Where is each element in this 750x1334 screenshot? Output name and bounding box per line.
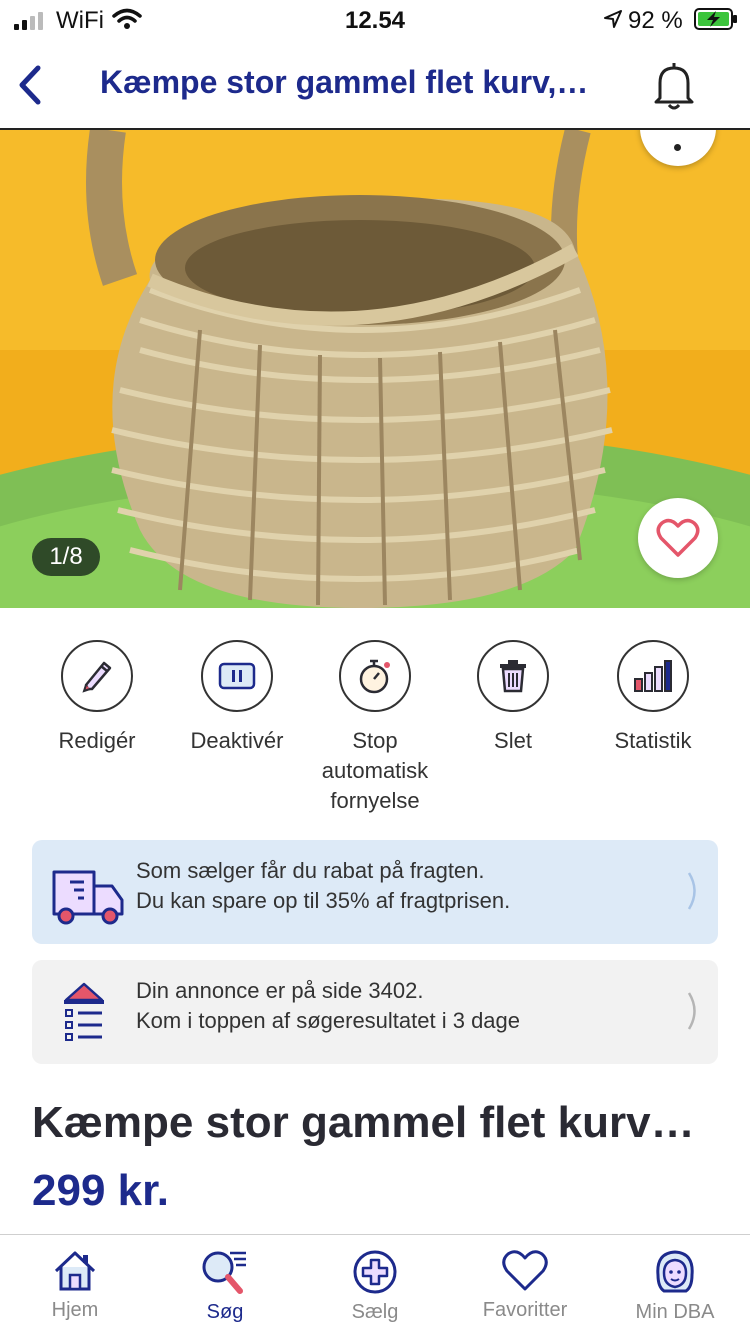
search-icon xyxy=(202,1251,246,1294)
ranked-list-icon xyxy=(64,982,104,1041)
battery-charging-icon xyxy=(694,8,737,30)
tab-sell-label: Sælg xyxy=(351,1301,399,1323)
tab-search-label: Søg xyxy=(206,1301,244,1323)
delete-button[interactable] xyxy=(477,640,549,712)
pause-icon xyxy=(218,662,256,690)
trash-icon xyxy=(500,660,526,693)
tab-profile-label: Min DBA xyxy=(635,1301,715,1323)
stop-renewal-label: Stop automatisk fornyelse xyxy=(321,728,429,813)
shipping-text-line1: Som sælger får du rabat på fragten. xyxy=(136,858,485,883)
statistics-button[interactable] xyxy=(617,640,689,712)
status-bar: WiFi 12.54 92 % xyxy=(0,0,750,42)
bar-chart-icon xyxy=(634,660,672,692)
listing-price: 299 kr. xyxy=(32,1166,170,1215)
chevron-right-icon xyxy=(687,992,696,1030)
pencil-icon xyxy=(82,661,112,693)
add-circle-icon xyxy=(353,1250,397,1294)
heart-icon xyxy=(502,1250,548,1291)
tab-profile[interactable]: Min DBA xyxy=(600,1235,750,1334)
tab-favorites-label: Favoritter xyxy=(482,1299,568,1321)
tab-home[interactable]: Hjem xyxy=(0,1235,150,1334)
chevron-right-icon xyxy=(687,872,696,910)
delete-action[interactable]: Slet xyxy=(438,640,588,756)
tab-sell[interactable]: Sælg xyxy=(300,1235,450,1334)
tab-search[interactable]: Søg xyxy=(150,1235,300,1334)
deactivate-button[interactable] xyxy=(201,640,273,712)
favorite-button[interactable] xyxy=(638,498,718,578)
shipping-discount-card[interactable]: Som sælger får du rabat på fragten. Du k… xyxy=(32,840,718,944)
statistics-action[interactable]: Statistik xyxy=(578,640,728,756)
user-face-icon xyxy=(656,1250,694,1293)
page-title: Kæmpe stor gammel flet kurv,… xyxy=(100,64,589,100)
notification-button[interactable] xyxy=(650,58,698,112)
tab-favorites[interactable]: Favoritter xyxy=(450,1235,600,1334)
stop-renewal-button[interactable] xyxy=(339,640,411,712)
listing-actions: Redigér Deaktivér Stop automatisk fornye… xyxy=(0,640,750,820)
position-text-line2: Kom i toppen af søgeresultatet i 3 dage xyxy=(136,1008,521,1033)
bell-icon xyxy=(654,63,694,110)
listing-photo[interactable]: 1/8 xyxy=(0,130,750,608)
tab-bar: Hjem Søg Sælg Favoritter Min DBA xyxy=(0,1234,750,1334)
back-button[interactable] xyxy=(10,60,54,110)
delivery-truck-icon xyxy=(52,870,124,925)
delete-label: Slet xyxy=(494,728,532,753)
deactivate-label: Deaktivér xyxy=(190,728,284,753)
edit-label: Redigér xyxy=(58,728,136,753)
stopwatch-icon xyxy=(359,659,390,694)
statistics-label: Statistik xyxy=(614,728,692,753)
home-icon xyxy=(54,1251,96,1291)
position-text-line1: Din annonce er på side 3402. xyxy=(136,978,424,1003)
location-arrow-icon xyxy=(604,10,622,28)
tab-home-label: Hjem xyxy=(51,1299,99,1321)
nav-bar: Kæmpe stor gammel flet kurv,… xyxy=(0,42,750,130)
edit-button[interactable] xyxy=(61,640,133,712)
chevron-left-icon xyxy=(19,65,41,105)
photo-counter: 1/8 xyxy=(32,538,100,576)
battery-percent: 92 % xyxy=(628,7,683,34)
deactivate-action[interactable]: Deaktivér xyxy=(162,640,312,756)
shipping-text-line2: Du kan spare op til 35% af fragtprisen. xyxy=(136,888,511,913)
heart-icon xyxy=(656,518,700,557)
edit-action[interactable]: Redigér xyxy=(22,640,172,756)
stop-renewal-action[interactable]: Stop automatisk fornyelse xyxy=(300,640,450,816)
listing-title: Kæmpe stor gammel flet kurv… xyxy=(32,1098,695,1147)
search-position-card[interactable]: Din annonce er på side 3402. Kom i toppe… xyxy=(32,960,718,1064)
